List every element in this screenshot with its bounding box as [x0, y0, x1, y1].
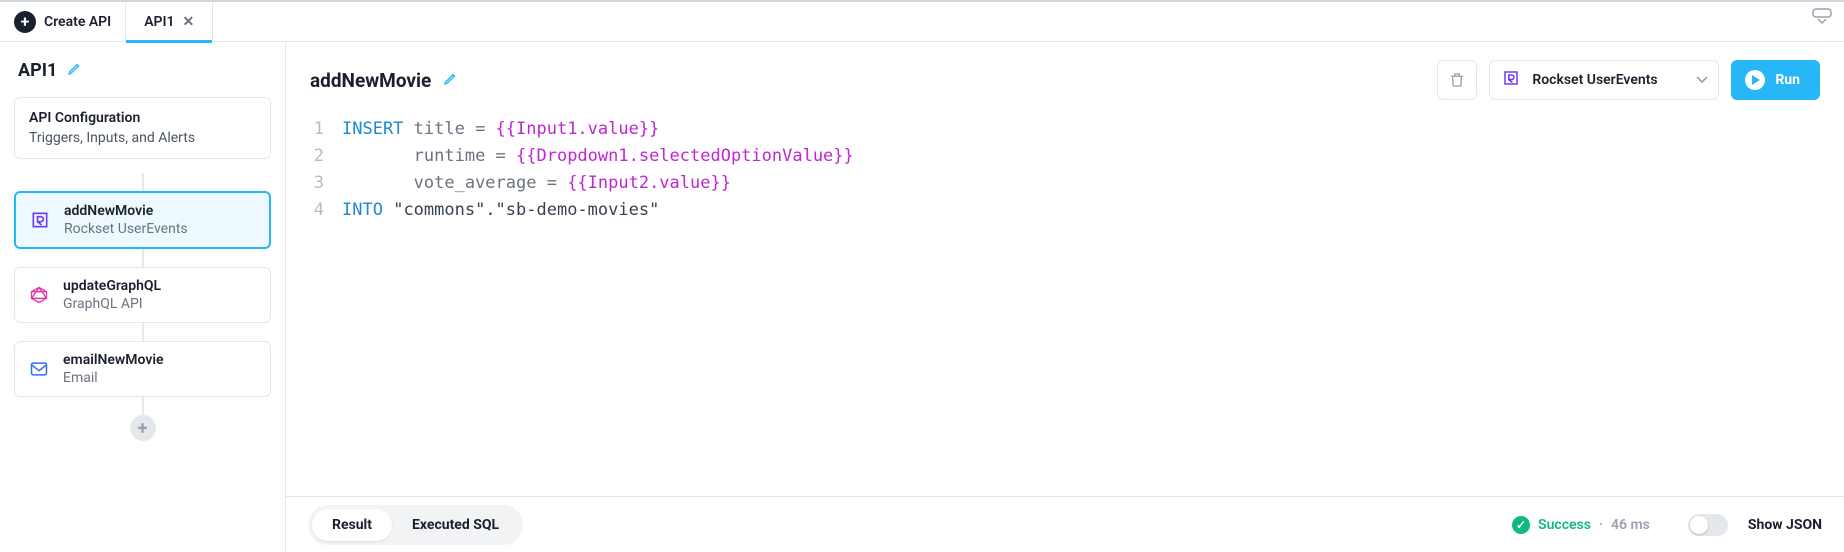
chevron-down-icon: [1696, 72, 1708, 88]
tab-result[interactable]: Result: [312, 509, 392, 541]
run-label: Run: [1775, 72, 1800, 88]
email-icon: [27, 357, 51, 381]
status: ✓ Success · 46 ms Show JSON: [1512, 514, 1822, 536]
top-bar: + Create API API1 ✕: [0, 0, 1844, 42]
plus-icon: +: [14, 11, 36, 33]
config-title: API Configuration: [29, 110, 256, 126]
connector: [142, 397, 144, 415]
create-api-label: Create API: [44, 14, 111, 30]
workspace: API1 API Configuration Triggers, Inputs,…: [0, 42, 1844, 552]
tab-executed-sql[interactable]: Executed SQL: [392, 509, 519, 541]
step-datasource: Rockset UserEvents: [64, 221, 188, 237]
api-title-row: API1: [14, 60, 271, 81]
show-json-label: Show JSON: [1748, 517, 1822, 533]
panel-toggle-icon[interactable]: [1812, 8, 1832, 24]
check-icon: ✓: [1512, 516, 1530, 534]
status-time: 46 ms: [1611, 517, 1650, 533]
code-editor[interactable]: 1 2 3 4 INSERT title = {{Input1.value}} …: [286, 112, 1844, 496]
tab-api1[interactable]: API1 ✕: [125, 2, 213, 42]
step-addnewmovie[interactable]: addNewMovie Rockset UserEvents: [14, 191, 271, 249]
sidebar: API1 API Configuration Triggers, Inputs,…: [0, 42, 286, 552]
edit-icon[interactable]: [67, 60, 83, 81]
step-title: addNewMovie: [310, 69, 431, 92]
graphql-icon: [27, 283, 51, 307]
rockset-icon: [1502, 69, 1520, 91]
step-name: updateGraphQL: [63, 278, 161, 294]
datasource-select[interactable]: Rockset UserEvents: [1489, 60, 1719, 100]
config-subtitle: Triggers, Inputs, and Alerts: [29, 130, 256, 146]
add-step-button[interactable]: +: [130, 415, 156, 441]
step-name: addNewMovie: [64, 203, 188, 219]
step-updategraphql[interactable]: updateGraphQL GraphQL API: [14, 267, 271, 323]
play-icon: [1745, 70, 1765, 90]
bottom-bar: Result Executed SQL ✓ Success · 46 ms Sh…: [286, 496, 1844, 552]
connector: [142, 173, 144, 191]
result-tabs: Result Executed SQL: [308, 505, 523, 545]
edit-icon[interactable]: [443, 70, 459, 90]
status-separator: ·: [1599, 517, 1603, 533]
code-lines: INSERT title = {{Input1.value}} runtime …: [336, 116, 854, 224]
run-button[interactable]: Run: [1731, 60, 1820, 100]
main-panel: addNewMovie Rockset UserEvents Run: [286, 42, 1844, 552]
connector: [142, 249, 144, 267]
close-icon[interactable]: ✕: [183, 14, 195, 30]
api-name: API1: [18, 60, 57, 81]
tab-label: API1: [144, 14, 174, 30]
rockset-icon: [28, 208, 52, 232]
step-emailnewmovie[interactable]: emailNewMovie Email: [14, 341, 271, 397]
main-header: addNewMovie Rockset UserEvents Run: [286, 42, 1844, 112]
step-name: emailNewMovie: [63, 352, 164, 368]
line-gutter: 1 2 3 4: [286, 116, 336, 224]
datasource-label: Rockset UserEvents: [1532, 72, 1657, 88]
connector: [142, 323, 144, 341]
step-datasource: Email: [63, 370, 164, 386]
delete-button[interactable]: [1437, 60, 1477, 100]
show-json-toggle[interactable]: [1688, 514, 1728, 536]
api-configuration-card[interactable]: API Configuration Triggers, Inputs, and …: [14, 97, 271, 159]
status-label: Success: [1538, 517, 1591, 533]
step-datasource: GraphQL API: [63, 296, 161, 312]
create-api-button[interactable]: + Create API: [12, 11, 125, 33]
